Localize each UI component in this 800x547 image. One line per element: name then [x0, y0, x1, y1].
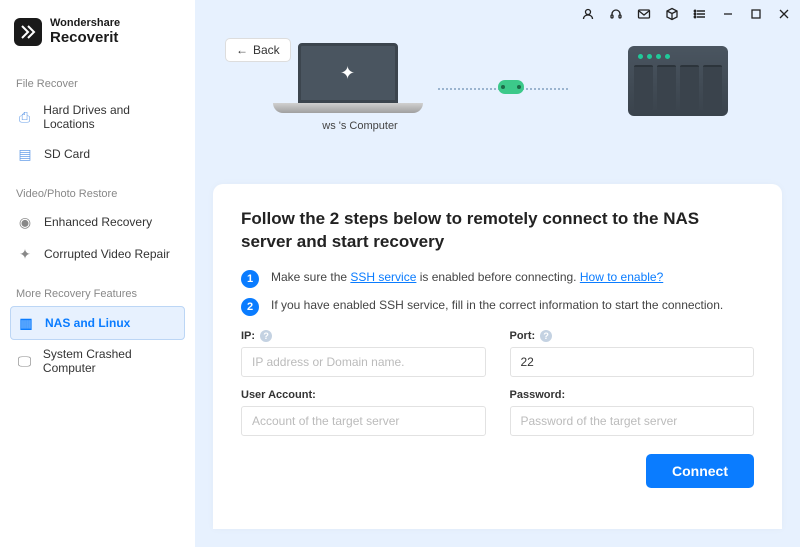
section-title-more-features: More Recovery Features — [10, 280, 195, 306]
password-label: Password: — [510, 389, 755, 401]
section-video-restore: Video/Photo Restore ◉ Enhanced Recovery … — [10, 180, 195, 270]
ip-label: IP: ? — [241, 330, 486, 342]
list-icon[interactable] — [692, 6, 708, 22]
step-2: 2 If you have enabled SSH service, fill … — [241, 298, 754, 316]
user-input[interactable] — [241, 406, 486, 436]
connection-illustration: ✦ ws 's Computer — [268, 50, 728, 170]
minimize-icon[interactable] — [720, 6, 736, 22]
how-to-enable-link[interactable]: How to enable? — [580, 270, 663, 284]
port-help-icon[interactable]: ? — [540, 330, 552, 342]
password-input[interactable] — [510, 406, 755, 436]
step-1: 1 Make sure the SSH service is enabled b… — [241, 270, 754, 288]
nas-graphic — [628, 46, 728, 116]
maximize-icon[interactable] — [748, 6, 764, 22]
arrow-left-icon: ← — [236, 43, 248, 57]
sidebar: Wondershare Recoverit File Recover ⎙ Har… — [0, 0, 195, 547]
port-field-wrap: Port: ? — [510, 330, 755, 377]
section-more-features: More Recovery Features ▥ NAS and Linux 🖵… — [10, 280, 195, 382]
step-badge-2: 2 — [241, 298, 259, 316]
sidebar-item-corrupted[interactable]: ✦ Corrupted Video Repair — [10, 238, 185, 270]
brand: Wondershare Recoverit — [10, 12, 195, 60]
package-icon[interactable] — [664, 6, 680, 22]
step-badge-1: 1 — [241, 270, 259, 288]
section-title-file-recover: File Recover — [10, 70, 195, 96]
sidebar-item-label: SD Card — [44, 147, 90, 161]
section-title-video-restore: Video/Photo Restore — [10, 180, 195, 206]
ip-input[interactable] — [241, 347, 486, 377]
titlebar — [580, 6, 792, 22]
sidebar-item-nas[interactable]: ▥ NAS and Linux — [10, 306, 185, 340]
port-input[interactable] — [510, 347, 755, 377]
ssh-service-link[interactable]: SSH service — [350, 270, 416, 284]
user-field-wrap: User Account: — [241, 389, 486, 436]
connection-form: IP: ? Port: ? User Account: Password: — [241, 330, 754, 436]
camera-icon: ◉ — [16, 213, 34, 231]
laptop-graphic: ✦ ws 's Computer — [298, 43, 423, 132]
step-1-text: Make sure the SSH service is enabled bef… — [271, 270, 663, 284]
port-label: Port: ? — [510, 330, 755, 342]
wrench-icon: ✦ — [16, 245, 34, 263]
user-icon[interactable] — [580, 6, 596, 22]
sd-icon: ▤ — [16, 145, 34, 163]
password-field-wrap: Password: — [510, 389, 755, 436]
sidebar-item-crashed[interactable]: 🖵 System Crashed Computer — [10, 340, 185, 382]
sidebar-item-label: NAS and Linux — [45, 316, 130, 330]
connection-panel: Follow the 2 steps below to remotely con… — [213, 184, 782, 529]
step-2-text: If you have enabled SSH service, fill in… — [271, 298, 723, 312]
sidebar-item-sd[interactable]: ▤ SD Card — [10, 138, 185, 170]
sidebar-item-label: Hard Drives and Locations — [43, 103, 179, 131]
close-icon[interactable] — [776, 6, 792, 22]
sidebar-item-enhanced[interactable]: ◉ Enhanced Recovery — [10, 206, 185, 238]
ip-field-wrap: IP: ? — [241, 330, 486, 377]
connection-status-icon — [498, 80, 524, 94]
sidebar-item-label: System Crashed Computer — [43, 347, 179, 375]
connect-button[interactable]: Connect — [646, 454, 754, 488]
app-logo-icon — [14, 18, 42, 46]
headset-icon[interactable] — [608, 6, 624, 22]
panel-heading: Follow the 2 steps below to remotely con… — [241, 208, 754, 254]
user-label: User Account: — [241, 389, 486, 401]
brand-bottom: Recoverit — [50, 30, 120, 46]
ip-help-icon[interactable]: ? — [260, 330, 272, 342]
sidebar-item-hdd[interactable]: ⎙ Hard Drives and Locations — [10, 96, 185, 138]
disk-icon: ⎙ — [16, 108, 33, 126]
sidebar-item-label: Enhanced Recovery — [44, 215, 152, 229]
laptop-logo-icon: ✦ — [340, 63, 355, 84]
computer-label: ws 's Computer — [298, 120, 423, 132]
main-pane: ← Back ✦ ws 's Computer Follow the 2 ste… — [195, 0, 800, 547]
server-icon: ▥ — [17, 314, 35, 332]
monitor-icon: 🖵 — [16, 352, 33, 370]
mail-icon[interactable] — [636, 6, 652, 22]
section-file-recover: File Recover ⎙ Hard Drives and Locations… — [10, 70, 195, 170]
sidebar-item-label: Corrupted Video Repair — [44, 247, 170, 261]
